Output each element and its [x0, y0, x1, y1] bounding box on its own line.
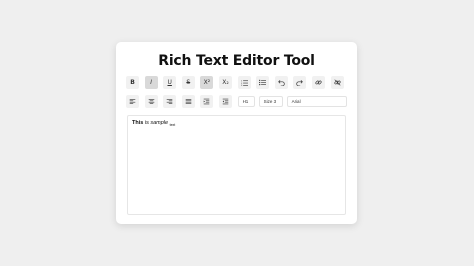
text-editor-area[interactable]: This is sample text [127, 115, 346, 215]
editor-italic-text: sample [150, 120, 169, 126]
link-icon [315, 80, 322, 85]
align-right-button[interactable] [163, 95, 177, 108]
undo-button[interactable] [274, 76, 288, 89]
svg-text:3: 3 [241, 85, 243, 86]
outdent-button[interactable] [218, 95, 232, 108]
superscript-button[interactable]: X² [200, 76, 214, 89]
unlink-icon [333, 79, 341, 86]
bold-button[interactable]: B [126, 76, 139, 89]
page-title: Rich Text Editor Tool [158, 53, 315, 69]
editor-bold-text: This [132, 120, 144, 126]
outdent-icon [222, 98, 229, 105]
underline-icon: U [167, 78, 172, 86]
unordered-list-button[interactable] [256, 76, 270, 89]
align-right-icon [166, 99, 173, 104]
strikethrough-icon: S [186, 78, 191, 86]
italic-button[interactable]: I [144, 76, 158, 89]
ordered-list-button[interactable]: 1 2 3 [237, 76, 251, 89]
link-button[interactable] [311, 76, 325, 89]
align-left-button[interactable] [126, 95, 139, 108]
unlink-button[interactable] [330, 76, 344, 89]
align-center-icon [148, 99, 154, 104]
strikethrough-button[interactable]: S [181, 76, 195, 89]
underline-button[interactable]: U [163, 76, 177, 89]
undo-icon [277, 80, 285, 86]
redo-button[interactable] [293, 76, 307, 89]
editor-subscript-text: text [169, 123, 176, 128]
align-left-icon [129, 99, 136, 104]
font-size-select[interactable]: Size 3 [258, 96, 283, 107]
toolbar-row-alignment: H1 Size 3 Arial [126, 95, 351, 108]
superscript-icon: X² [203, 78, 211, 86]
subscript-button[interactable]: X₂ [218, 76, 232, 89]
subscript-icon: X₂ [222, 78, 229, 86]
align-justify-button[interactable] [181, 95, 195, 108]
redo-icon [296, 80, 304, 86]
indent-button[interactable] [200, 95, 214, 108]
align-justify-icon [185, 99, 192, 104]
bold-icon: B [130, 78, 135, 86]
heading-select[interactable]: H1 [237, 96, 255, 107]
ordered-list-icon: 1 2 3 [241, 80, 248, 86]
italic-icon: I [150, 78, 152, 86]
toolbar-row-formatting: B I U S X² X₂ 1 2 3 [126, 76, 349, 89]
unordered-list-icon [259, 79, 267, 86]
editor-card: Rich Text Editor Tool B I U S X² X₂ 1 2 … [116, 42, 357, 224]
indent-icon [204, 98, 210, 105]
font-family-select[interactable]: Arial [286, 96, 347, 107]
align-center-button[interactable] [144, 95, 158, 108]
